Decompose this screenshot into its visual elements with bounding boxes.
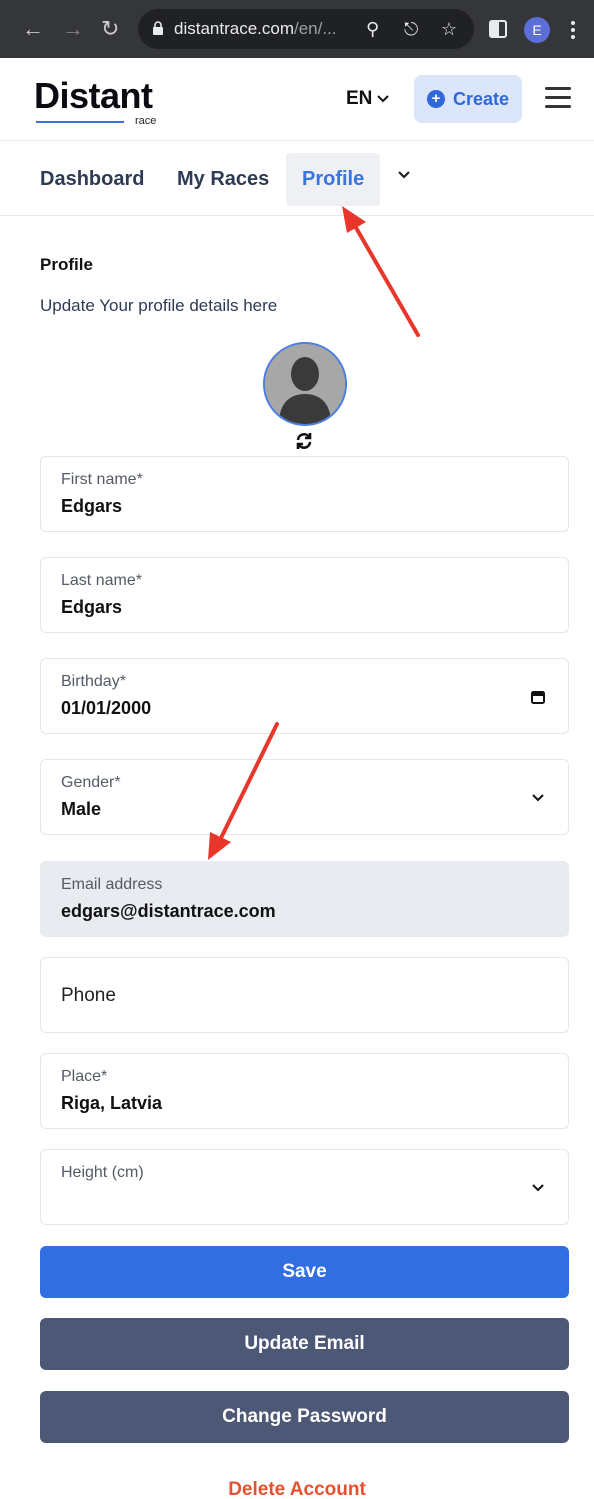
logo-underline [36, 121, 124, 123]
url-text: distantrace.com/en/... [174, 19, 337, 38]
arrow-to-profile-tab [342, 206, 420, 337]
back-icon[interactable]: ← [22, 17, 44, 41]
zoom-icon[interactable]: ⚲ [366, 19, 379, 39]
section-title: Profile [40, 255, 93, 274]
save-button[interactable]: Save [40, 1246, 569, 1298]
more-vert-icon[interactable] [570, 20, 576, 40]
place-field[interactable]: Place* Riga, Latvia [40, 1053, 569, 1129]
update-email-button[interactable]: Update Email [40, 1318, 569, 1370]
create-button-label: Create [452, 88, 510, 109]
address-bar[interactable]: distantrace.com/en/... ⚲ ⎋ ☆ [138, 9, 474, 49]
forward-icon[interactable]: → [62, 17, 84, 41]
phone-field[interactable]: Phone [40, 957, 569, 1033]
language-label: EN [346, 88, 373, 109]
gender-select[interactable]: Gender* Male [40, 759, 569, 835]
chevron-down-icon [377, 95, 390, 103]
logo-wordmark: Distant [34, 75, 153, 116]
person-silhouette-icon [265, 344, 345, 424]
first-name-value: Edgars [61, 496, 123, 516]
profile-tabs: Dashboard My Races Profile [0, 153, 594, 207]
chevron-down-icon [532, 1184, 544, 1192]
browser-profile-avatar[interactable]: E [524, 17, 550, 43]
bookmark-star-icon[interactable]: ☆ [441, 19, 457, 39]
tabs-divider [0, 215, 594, 216]
create-button[interactable]: + Create [414, 75, 522, 123]
birthday-field[interactable]: Birthday* 01/01/2000 [40, 658, 569, 734]
section-subtitle: Update Your profile details here [40, 296, 278, 315]
last-name-label: Last name* [61, 572, 142, 589]
gender-value: Male [61, 799, 102, 819]
tab-dashboard[interactable]: Dashboard [40, 153, 144, 206]
reload-icon[interactable]: ↻ [101, 17, 119, 41]
height-select[interactable]: Height (cm) [40, 1149, 569, 1225]
menu-icon[interactable] [545, 87, 571, 109]
calendar-icon[interactable] [530, 689, 546, 705]
header-divider [0, 140, 594, 141]
birthday-value: 01/01/2000 [61, 698, 152, 718]
email-value: edgars@distantrace.com [61, 901, 276, 921]
height-label: Height (cm) [61, 1164, 144, 1181]
tabs-more-chevron-icon[interactable] [397, 168, 411, 182]
lock-icon [153, 21, 163, 35]
chevron-down-icon [532, 794, 544, 802]
tab-my-races[interactable]: My Races [177, 153, 269, 206]
last-name-value: Edgars [61, 597, 123, 617]
language-selector[interactable]: EN [346, 88, 390, 110]
phone-placeholder: Phone [61, 985, 116, 1006]
gender-label: Gender* [61, 774, 121, 791]
delete-account-link[interactable]: Delete Account [0, 1479, 594, 1499]
profile-avatar[interactable] [263, 342, 347, 426]
change-password-button[interactable]: Change Password [40, 1391, 569, 1443]
place-label: Place* [61, 1068, 108, 1085]
email-label: Email address [61, 876, 163, 893]
first-name-field[interactable]: First name* Edgars [40, 456, 569, 532]
last-name-field[interactable]: Last name* Edgars [40, 557, 569, 633]
birthday-label: Birthday* [61, 673, 126, 690]
refresh-avatar-icon[interactable] [294, 431, 314, 451]
first-name-label: First name* [61, 471, 143, 488]
plus-circle-icon: + [426, 90, 445, 108]
logo-subtitle: race [135, 115, 157, 127]
distant-race-logo[interactable]: Distant race [34, 75, 156, 128]
browser-toolbar: ← → ↻ distantrace.com/en/... ⚲ ⎋ ☆ E [0, 0, 594, 58]
side-panel-icon[interactable] [489, 20, 507, 38]
email-field: Email address edgars@distantrace.com [40, 861, 569, 937]
place-value: Riga, Latvia [61, 1093, 163, 1113]
share-icon[interactable]: ⎋ [404, 19, 418, 39]
tab-profile[interactable]: Profile [286, 153, 381, 206]
